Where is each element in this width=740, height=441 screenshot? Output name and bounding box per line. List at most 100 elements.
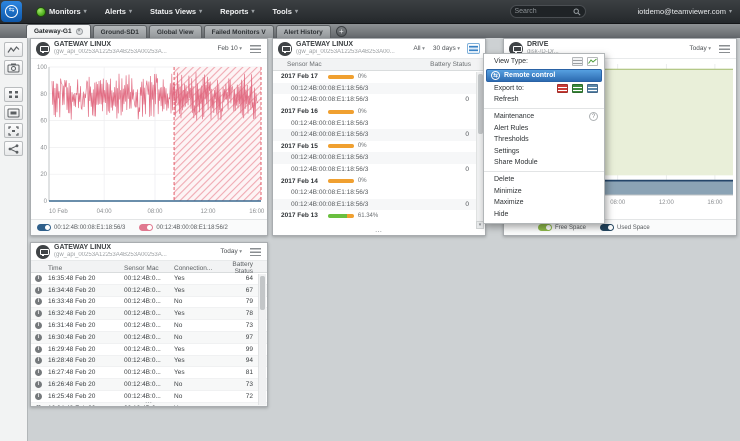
- info-icon[interactable]: i: [35, 369, 42, 376]
- date-group-row[interactable]: 2017 Feb 160%: [273, 106, 485, 118]
- export-pdf-icon[interactable]: [557, 84, 568, 93]
- sensor-row[interactable]: 00:12:4B:00:08:E1:18:56/30: [273, 199, 485, 211]
- menu-item-refresh[interactable]: Refresh: [484, 94, 604, 106]
- legend-toggle[interactable]: Used Space: [600, 224, 650, 231]
- date-range-dropdown[interactable]: Today: [689, 45, 711, 52]
- menu-item-maintenance[interactable]: Maintenance?: [484, 111, 604, 123]
- table-row[interactable]: i16:28:48 Feb 2000:12:4B:0...Yes94: [31, 356, 267, 368]
- tab-alert-history[interactable]: Alert History: [276, 25, 331, 38]
- menu-item-delete[interactable]: Delete: [484, 174, 604, 186]
- line-chart-icon[interactable]: [4, 42, 23, 57]
- filter-dropdown[interactable]: All: [413, 45, 425, 52]
- account-menu[interactable]: iotdemo@teamviewer.com: [638, 7, 733, 16]
- column-connection[interactable]: Connection...: [174, 265, 216, 272]
- table-row[interactable]: i16:32:48 Feb 2000:12:4B:0...Yes78: [31, 308, 267, 320]
- panel-resize-handle[interactable]: ⋯: [145, 401, 153, 406]
- table-row[interactable]: i16:35:48 Feb 2000:12:4B:0...Yes64: [31, 273, 267, 285]
- column-battery-status[interactable]: Battery Status: [430, 61, 471, 68]
- menu-tools[interactable]: Tools: [272, 7, 297, 16]
- date-group-row[interactable]: 2017 Feb 1361.34%: [273, 210, 485, 222]
- info-icon[interactable]: i: [35, 275, 42, 282]
- info-icon[interactable]: i: [35, 393, 42, 400]
- panel-menu-icon[interactable]: [249, 246, 262, 257]
- export-csv-icon[interactable]: [587, 84, 598, 93]
- menu-item-share-module[interactable]: Share Module: [484, 157, 604, 169]
- menu-item-alert-rules[interactable]: Alert Rules: [484, 122, 604, 134]
- info-icon[interactable]: i: [35, 381, 42, 388]
- column-time[interactable]: Time: [48, 265, 124, 272]
- table-row[interactable]: i16:30:48 Feb 2000:12:4B:0...No97: [31, 332, 267, 344]
- menu-item-settings[interactable]: Settings: [484, 146, 604, 158]
- info-icon[interactable]: i: [35, 357, 42, 364]
- table-row[interactable]: i16:33:48 Feb 2000:12:4B:0...No79: [31, 297, 267, 309]
- column-sensor-mac[interactable]: Sensor Mac: [287, 61, 322, 68]
- table-row[interactable]: i16:31:48 Feb 2000:12:4B:0...No73: [31, 320, 267, 332]
- date-range-dropdown[interactable]: Today: [220, 248, 242, 255]
- menu-reports[interactable]: Reports: [220, 7, 254, 16]
- info-icon[interactable]: i: [35, 310, 42, 317]
- menu-item-maximize[interactable]: Maximize: [484, 197, 604, 209]
- sensor-row[interactable]: 00:12:4B:00:08:E1:18:56/30: [273, 94, 485, 106]
- column-battery-status[interactable]: Battery Status: [216, 261, 267, 275]
- legend-toggle[interactable]: Free Space: [538, 224, 586, 231]
- legend-toggle[interactable]: 00:12:4B:00:08:E1:18:56/3: [37, 224, 125, 231]
- monitor-view-icon[interactable]: [4, 105, 23, 120]
- menu-item-minimize[interactable]: Minimize: [484, 185, 604, 197]
- date-range-dropdown[interactable]: 30 days: [433, 45, 460, 52]
- table-row[interactable]: i16:27:48 Feb 2000:12:4B:0...Yes81: [31, 367, 267, 379]
- info-icon[interactable]: i: [35, 298, 42, 305]
- menu-item-view-type[interactable]: View Type:: [484, 56, 604, 68]
- panel-menu-icon[interactable]: [718, 43, 731, 54]
- vertical-scrollbar[interactable]: [258, 274, 266, 405]
- menu-item-remote-control[interactable]: ⇆Remote control: [486, 69, 602, 82]
- tab-global-view[interactable]: Global View: [149, 25, 202, 38]
- table-row[interactable]: i16:29:48 Feb 2000:12:4B:0...Yes99: [31, 344, 267, 356]
- grid-view-icon[interactable]: [4, 87, 23, 102]
- chart-view-icon[interactable]: [587, 57, 598, 66]
- menu-item-export-to[interactable]: Export to:: [484, 83, 604, 95]
- sensor-row[interactable]: 00:12:4B:00:08:E1:18:56/3: [273, 117, 485, 129]
- panel-menu-icon[interactable]: [467, 43, 480, 54]
- share-icon[interactable]: [4, 141, 23, 156]
- scrollbar-thumb[interactable]: [260, 276, 265, 310]
- tab-ground-sd1[interactable]: Ground-SD1: [93, 25, 147, 38]
- table-row[interactable]: i16:34:48 Feb 2000:12:4B:0...Yes67: [31, 285, 267, 297]
- date-group-row[interactable]: 2017 Feb 140%: [273, 175, 485, 187]
- menu-alerts[interactable]: Alerts: [105, 7, 132, 16]
- date-range-dropdown[interactable]: Feb 10: [217, 45, 242, 52]
- add-tab-button[interactable]: [336, 26, 347, 37]
- question-icon[interactable]: ?: [589, 112, 598, 121]
- cell-time: 16:26:48 Feb 20: [48, 381, 124, 388]
- sensor-row[interactable]: 00:12:4B:00:08:E1:18:56/30: [273, 164, 485, 176]
- info-icon[interactable]: i: [35, 405, 42, 406]
- panel-resize-handle[interactable]: ⋯: [375, 230, 383, 235]
- close-tab-icon[interactable]: ×: [76, 28, 83, 35]
- legend-toggle[interactable]: 00:12:4B:00:08:E1:18:56/2: [139, 224, 227, 231]
- table-view-icon[interactable]: [572, 57, 583, 66]
- info-icon[interactable]: i: [35, 322, 42, 329]
- menu-monitors[interactable]: Monitors: [36, 7, 87, 17]
- battery-percent: 0%: [358, 74, 367, 80]
- table-row[interactable]: i16:26:48 Feb 2000:12:4B:0...No73: [31, 379, 267, 391]
- info-icon[interactable]: i: [35, 287, 42, 294]
- column-sensor-mac[interactable]: Sensor Mac: [124, 265, 174, 272]
- info-icon[interactable]: i: [35, 334, 42, 341]
- sensor-row[interactable]: 00:12:4B:00:08:E1:18:56/3: [273, 187, 485, 199]
- sensor-row[interactable]: 00:12:4B:00:08:E1:18:56/3: [273, 83, 485, 95]
- tab-failed-monitors-v[interactable]: Failed Monitors V: [204, 25, 274, 38]
- export-xls-icon[interactable]: [572, 84, 583, 93]
- expand-icon[interactable]: [4, 123, 23, 138]
- info-icon[interactable]: i: [35, 346, 42, 353]
- menu-item-thresholds[interactable]: Thresholds: [484, 134, 604, 146]
- panel-menu-icon[interactable]: [249, 43, 262, 54]
- menu-status-views[interactable]: Status Views: [150, 7, 202, 16]
- screenshot-icon[interactable]: [4, 60, 23, 75]
- menu-item-hide[interactable]: Hide: [484, 209, 604, 221]
- module-context-menu: View Type:⇆Remote controlExport to:Refre…: [483, 53, 605, 224]
- sensor-row[interactable]: 00:12:4B:00:08:E1:18:56/30: [273, 129, 485, 141]
- tab-gateway-g1[interactable]: Gateway-G1×: [26, 24, 91, 38]
- date-group-row[interactable]: 2017 Feb 170%: [273, 71, 485, 83]
- sensor-row[interactable]: 00:12:4B:00:08:E1:18:56/3: [273, 152, 485, 164]
- search-input[interactable]: [515, 8, 573, 15]
- date-group-row[interactable]: 2017 Feb 150%: [273, 141, 485, 153]
